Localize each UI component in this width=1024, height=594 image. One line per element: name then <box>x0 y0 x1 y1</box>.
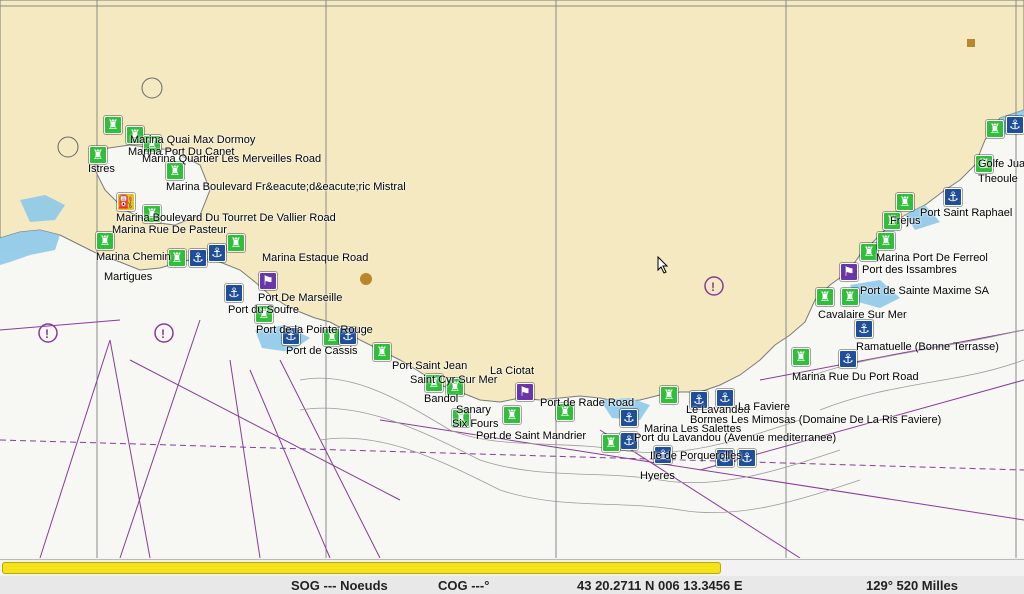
place-label: Port de Saint Mandrier <box>476 430 587 442</box>
status-bar: SOG --- Noeuds COG ---° 43 20.2711 N 006… <box>0 576 1024 594</box>
place-label: Marina Rue De Pasteur <box>112 224 227 236</box>
place-label: Marina Port De Ferreol <box>876 252 988 264</box>
harbour-office-icon[interactable]: ⚑ <box>840 263 858 281</box>
place-label: Frejus <box>890 215 921 227</box>
mouse-cursor-icon <box>657 256 669 274</box>
place-label: Marina Boulevard Fr&eacute;d&eacute;ric … <box>166 181 406 193</box>
bearing-range-readout: 129° 520 Milles <box>866 578 958 593</box>
harbour-office-icon[interactable]: ⚑ <box>516 383 534 401</box>
place-label: Golfe Juan <box>978 158 1024 170</box>
anchorage-icon[interactable]: ⚓ <box>620 409 638 427</box>
place-label: Theoule <box>978 173 1018 185</box>
fuel-icon[interactable]: ⛽ <box>117 193 135 211</box>
anchorage-icon[interactable]: ⚓ <box>225 284 243 302</box>
landmark-symbol <box>967 39 975 47</box>
place-label: Ile de Porquerolles <box>650 450 742 462</box>
svg-text:!: ! <box>45 327 49 341</box>
marina-icon[interactable]: ♜ <box>816 288 834 306</box>
place-label: Istres <box>88 163 115 175</box>
place-label: Six Fours <box>452 418 499 430</box>
place-label: Marina Chemin <box>96 251 171 263</box>
marina-icon[interactable]: ♜ <box>104 116 122 134</box>
marina-icon[interactable]: ♜ <box>227 234 245 252</box>
marina-icon[interactable]: ♜ <box>792 348 810 366</box>
sog-readout: SOG --- Noeuds <box>291 578 388 593</box>
cog-readout: COG ---° <box>438 578 490 593</box>
marina-icon[interactable]: ♜ <box>503 406 521 424</box>
chart-canvas[interactable]: ! ! ! <box>0 0 1024 559</box>
anchorage-icon[interactable]: ⚓ <box>944 188 962 206</box>
place-label: Port de Cassis <box>286 345 358 357</box>
place-label: Saint Cyr Sur Mer <box>410 374 498 386</box>
place-label: Bormes Les Mimosas (Domaine De La Ris Fa… <box>690 414 942 426</box>
marina-icon[interactable]: ♜ <box>602 434 620 452</box>
marina-icon[interactable]: ♜ <box>89 146 107 164</box>
place-label: Port De Marseille <box>258 292 343 304</box>
place-label: Hyeres <box>640 470 675 482</box>
place-label: Port de Rade Road <box>540 397 635 409</box>
hill-symbol <box>360 273 372 285</box>
anchorage-icon[interactable]: ⚓ <box>855 320 873 338</box>
marina-icon[interactable]: ♜ <box>896 193 914 211</box>
place-label: Port de la Pointe Rouge <box>256 324 373 336</box>
place-label: Marina Quai Max Dormoy <box>130 134 256 146</box>
place-label: Cavalaire Sur Mer <box>818 309 907 321</box>
place-label: Port Saint Raphael <box>920 207 1013 219</box>
place-label: Port du Soufre <box>228 304 299 316</box>
svg-text:!: ! <box>711 280 715 294</box>
place-label: La Faviere <box>738 401 790 413</box>
harbour-office-icon[interactable]: ⚑ <box>259 272 277 290</box>
anchorage-icon[interactable]: ⚓ <box>1006 116 1024 134</box>
marina-icon[interactable]: ♜ <box>877 232 895 250</box>
progress-bar <box>0 559 1024 577</box>
marina-icon[interactable]: ♜ <box>373 343 391 361</box>
place-label: Martigues <box>104 271 153 283</box>
place-label: Marina Rue Du Port Road <box>792 371 919 383</box>
anchorage-icon[interactable]: ⚓ <box>189 249 207 267</box>
place-label: Sanary <box>456 404 491 416</box>
place-label: Port du Lavandou (Avenue mediterranee) <box>634 432 837 444</box>
place-label: Marina Quartier Les Merveilles Road <box>142 153 322 165</box>
marina-icon[interactable]: ♜ <box>660 386 678 404</box>
place-label: Bandol <box>424 393 459 405</box>
place-label: Port des Issambres <box>862 264 957 276</box>
place-label: Marina Estaque Road <box>262 252 369 264</box>
anchorage-icon[interactable]: ⚓ <box>208 244 226 262</box>
place-label: Port Saint Jean <box>392 360 468 372</box>
place-label: Ramatuelle (Bonne Terrasse) <box>856 341 999 353</box>
place-label: Marina Boulevard Du Tourret De Vallier R… <box>116 212 336 224</box>
anchorage-icon[interactable]: ⚓ <box>839 350 857 368</box>
nautical-chart-map[interactable]: ! ! ! ♜ ♜ ♜ ♜ ♜ ⛽ ♜ ♜ ♜ ⚓ ⚓ ♜ ⚑ ⚓ ♜ ⚓ ♜ … <box>0 0 1024 559</box>
marina-icon[interactable]: ♜ <box>986 120 1004 138</box>
marina-icon[interactable]: ♜ <box>841 288 859 306</box>
progress-fill <box>2 562 721 574</box>
svg-text:!: ! <box>161 327 165 341</box>
place-label: Port de Sainte Maxime SA <box>860 285 990 297</box>
position-readout: 43 20.2711 N 006 13.3456 E <box>577 578 743 593</box>
